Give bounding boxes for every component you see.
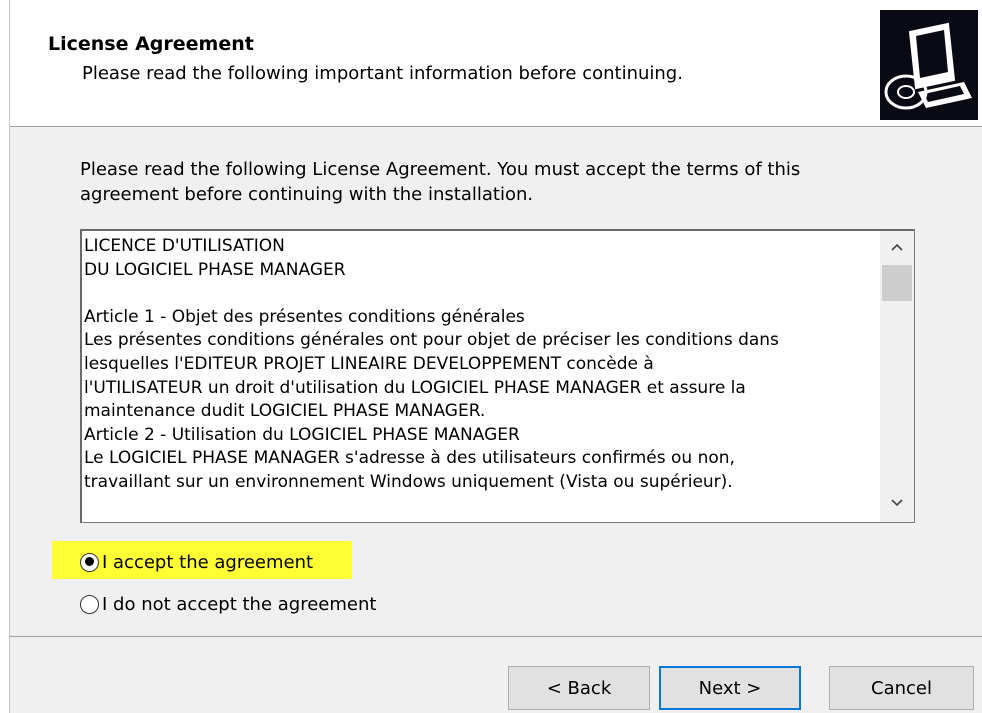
vertical-scrollbar[interactable] bbox=[880, 231, 914, 522]
accept-radio-label[interactable]: I accept the agreement bbox=[102, 552, 313, 573]
chevron-up-icon[interactable] bbox=[880, 231, 914, 261]
page-subtitle: Please read the following important info… bbox=[82, 63, 683, 84]
next-button[interactable]: Next > bbox=[659, 666, 801, 710]
accept-radio-option[interactable]: I accept the agreement bbox=[80, 548, 313, 576]
chevron-down-icon[interactable] bbox=[880, 492, 914, 522]
footer-divider bbox=[10, 636, 982, 637]
license-text-content: LICENCE D'UTILISATION DU LOGICIEL PHASE … bbox=[84, 235, 876, 519]
license-line: DU LOGICIEL PHASE MANAGER bbox=[84, 259, 346, 280]
accept-radio-button[interactable] bbox=[80, 552, 99, 572]
license-line bbox=[84, 282, 876, 306]
wizard-header: License Agreement Please read the follow… bbox=[10, 0, 982, 127]
decline-radio-option[interactable]: I do not accept the agreement bbox=[80, 590, 376, 618]
setup-computer-icon bbox=[880, 10, 978, 120]
page-title: License Agreement bbox=[48, 33, 254, 55]
license-line: Article 2 - Utilisation du LOGICIEL PHAS… bbox=[84, 424, 520, 445]
license-line: LICENCE D'UTILISATION bbox=[84, 236, 285, 256]
instructions-text: Please read the following License Agreem… bbox=[80, 159, 801, 205]
license-line: travaillant sur un environnement Windows… bbox=[84, 471, 733, 492]
window-left-edge bbox=[0, 0, 10, 713]
back-button[interactable]: < Back bbox=[508, 666, 650, 710]
setup-wizard-window: License Agreement Please read the follow… bbox=[0, 0, 982, 713]
decline-radio-label[interactable]: I do not accept the agreement bbox=[102, 594, 376, 615]
license-line: maintenance dudit LOGICIEL PHASE MANAGER… bbox=[84, 401, 486, 422]
license-text-box[interactable]: LICENCE D'UTILISATION DU LOGICIEL PHASE … bbox=[80, 229, 915, 523]
license-line: Les présentes conditions générales ont p… bbox=[84, 330, 779, 351]
license-line: l'UTILISATEUR un droit d'utilisation du … bbox=[84, 377, 746, 398]
decline-radio-button[interactable] bbox=[80, 594, 99, 614]
license-line: Le LOGICIEL PHASE MANAGER s'adresse à de… bbox=[84, 448, 735, 469]
license-line: Article 1 - Objet des présentes conditio… bbox=[84, 306, 525, 327]
cancel-button[interactable]: Cancel bbox=[829, 666, 974, 710]
license-line: lesquelles l'EDITEUR PROJET LINEAIRE DEV… bbox=[84, 353, 654, 374]
scrollbar-thumb[interactable] bbox=[882, 265, 912, 301]
